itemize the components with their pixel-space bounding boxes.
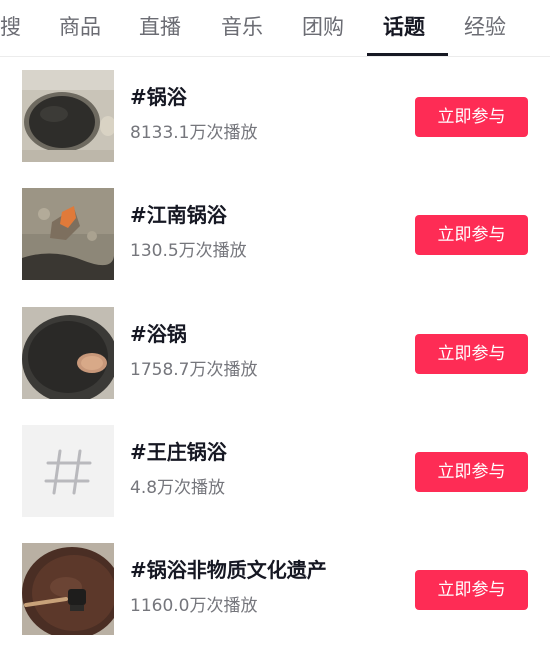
tab-music[interactable]: 音乐: [221, 13, 263, 41]
topic-views: 8133.1万次播放: [130, 123, 258, 143]
topic-title: #锅浴非物质文化遗产: [130, 558, 327, 582]
topic-views: 1160.0万次播放: [130, 596, 258, 616]
tab-experience[interactable]: 经验: [464, 13, 506, 41]
tab-topics[interactable]: 话题: [383, 13, 425, 41]
topic-title: #浴锅: [130, 322, 187, 346]
tab-products[interactable]: 商品: [59, 13, 101, 41]
topic-title: #锅浴: [130, 85, 187, 109]
topic-item[interactable]: #锅浴 8133.1万次播放 立即参与: [0, 70, 550, 188]
topic-thumbnail: [22, 543, 114, 635]
join-button[interactable]: 立即参与: [415, 334, 528, 374]
topic-item[interactable]: #王庄锅浴 4.8万次播放 立即参与: [0, 425, 550, 543]
join-button[interactable]: 立即参与: [415, 97, 528, 137]
topic-thumbnail: [22, 70, 114, 162]
topic-item[interactable]: #锅浴非物质文化遗产 1160.0万次播放 立即参与: [0, 543, 550, 661]
tab-group-buy[interactable]: 团购: [302, 13, 344, 41]
topic-views: 1758.7万次播放: [130, 360, 258, 380]
join-button[interactable]: 立即参与: [415, 452, 528, 492]
join-button[interactable]: 立即参与: [415, 570, 528, 610]
active-tab-indicator: [367, 53, 448, 56]
hashtag-icon: [22, 425, 114, 517]
join-button[interactable]: 立即参与: [415, 215, 528, 255]
category-tabs: 搜 商品 直播 音乐 团购 话题 经验: [0, 0, 550, 57]
topic-title: #王庄锅浴: [130, 440, 227, 464]
topic-thumbnail: [22, 307, 114, 399]
tab-live[interactable]: 直播: [139, 13, 181, 41]
topic-thumbnail: [22, 188, 114, 280]
topic-item[interactable]: #江南锅浴 130.5万次播放 立即参与: [0, 188, 550, 306]
topic-title: #江南锅浴: [130, 203, 227, 227]
topic-views: 130.5万次播放: [130, 241, 247, 261]
tab-search[interactable]: 搜: [0, 13, 21, 41]
topic-item[interactable]: #浴锅 1758.7万次播放 立即参与: [0, 307, 550, 425]
topic-views: 4.8万次播放: [130, 478, 226, 498]
